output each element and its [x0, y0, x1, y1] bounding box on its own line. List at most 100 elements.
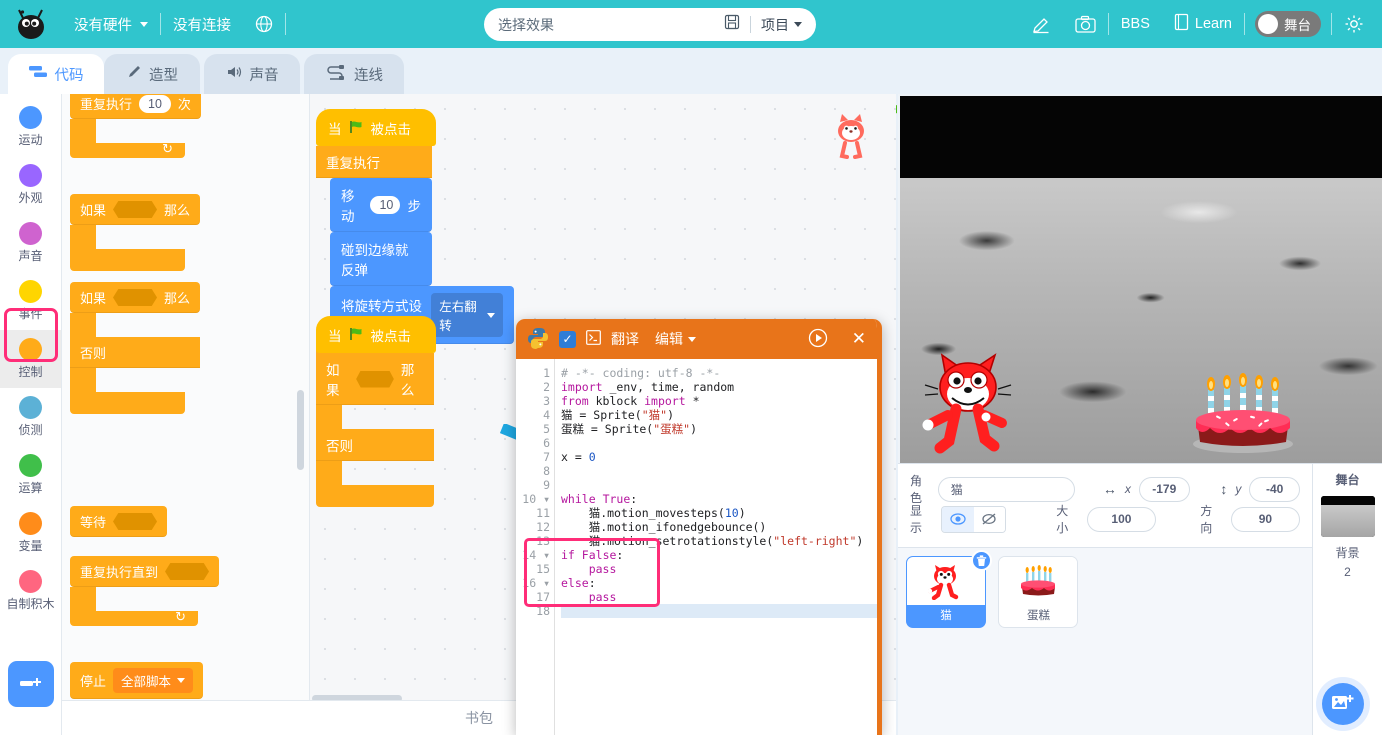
tab-wiring[interactable]: 连线	[304, 54, 404, 94]
palette-block-repeat-until[interactable]: 重复执行直到 ↻	[70, 556, 220, 626]
palette-vertical-scrollbar[interactable]	[297, 390, 304, 470]
sprite-card-cake[interactable]: 蛋糕	[998, 556, 1079, 628]
category-variables[interactable]: 变量	[0, 504, 61, 562]
app-logo[interactable]	[0, 0, 62, 48]
stop-block-head[interactable]: 停止 全部脚本	[70, 662, 204, 699]
category-sensing[interactable]: 侦测	[0, 388, 61, 446]
python-code-area[interactable]: 1 2 3 4 5 6 7 8 9 10 ▾ 11 12 13 14 ▾ 15 16 ▾ 17 18 # -*- …	[516, 359, 877, 735]
stage-toggle[interactable]: 舞台	[1255, 11, 1321, 37]
size-input[interactable]: 100	[1086, 506, 1157, 532]
hardware-selector[interactable]: 没有硬件	[62, 0, 160, 48]
code-line[interactable]: pass	[561, 590, 877, 604]
category-sound[interactable]: 声音	[0, 214, 61, 272]
y-input[interactable]: -40	[1249, 476, 1300, 502]
move-steps-input[interactable]: 10	[370, 196, 400, 214]
code-line[interactable]: # -*- coding: utf-8 -*-	[561, 366, 877, 380]
palette-block-if-then[interactable]: 如果 那么	[70, 194, 201, 271]
palette-block-if-then-else[interactable]: 如果 那么 否则	[70, 282, 201, 414]
add-backdrop-icon[interactable]	[1322, 683, 1364, 725]
add-extension-icon[interactable]	[8, 661, 54, 707]
code-line[interactable]: 猫.motion_movesteps(10)	[561, 506, 877, 520]
code-line[interactable]	[561, 436, 877, 450]
direction-input[interactable]: 90	[1230, 506, 1300, 532]
code-line[interactable]: if False:	[561, 548, 877, 562]
camera-icon[interactable]	[1063, 0, 1108, 48]
tab-sounds[interactable]: 声音	[204, 54, 300, 94]
translate-label[interactable]: 翻译	[611, 329, 639, 349]
tab-code[interactable]: 代码	[8, 54, 104, 94]
pencil-icon[interactable]	[1019, 0, 1063, 48]
script-flag-if-else[interactable]: 当 被点击 如果 那么 否则	[316, 316, 436, 507]
cake-on-stage-icon[interactable]	[1188, 354, 1298, 459]
close-icon[interactable]: ✕	[852, 329, 866, 349]
stage-thumbnail[interactable]	[1320, 496, 1375, 537]
edit-menu[interactable]: 编辑	[655, 329, 696, 349]
code-line[interactable]: 蛋糕 = Sprite("蛋糕")	[561, 422, 877, 436]
globe-icon[interactable]	[243, 0, 285, 48]
code-line[interactable]	[561, 464, 877, 478]
category-looks[interactable]: 外观	[0, 156, 61, 214]
search-input[interactable]: 选择效果	[498, 15, 714, 35]
connection-status[interactable]: 没有连接	[161, 0, 243, 48]
rotation-style-dropdown[interactable]: 左右翻转	[431, 293, 503, 337]
code-line[interactable]: 猫.motion_setrotationstyle("left-right")	[561, 534, 877, 548]
code-line[interactable]: from kblock import *	[561, 394, 877, 408]
play-circle-icon[interactable]	[808, 328, 828, 351]
if-else-block-head[interactable]: 如果 那么	[316, 353, 434, 405]
palette-block-wait[interactable]: 等待	[70, 506, 168, 537]
code-line[interactable]: x = 0	[561, 450, 877, 464]
sprite-card-cat[interactable]: 猫	[906, 550, 992, 628]
category-control[interactable]: 控制	[0, 330, 61, 388]
category-motion[interactable]: 运动	[0, 98, 61, 156]
boolean-slot[interactable]	[113, 201, 158, 218]
save-icon[interactable]	[724, 14, 740, 35]
effect-search-box[interactable]: 选择效果 项目	[484, 8, 816, 41]
gear-icon[interactable]	[1332, 0, 1376, 48]
palette-block-stop[interactable]: 停止 全部脚本	[70, 662, 204, 699]
code-line[interactable]	[561, 478, 877, 492]
code-line[interactable]: 猫 = Sprite("猫")	[561, 408, 877, 422]
code-line[interactable]: while True:	[561, 492, 877, 506]
code-line[interactable]	[561, 604, 877, 618]
category-my-blocks[interactable]: 自制积木	[0, 562, 61, 620]
cat-on-stage-icon[interactable]	[922, 349, 1017, 459]
sprite-name-input[interactable]: 猫	[937, 476, 1076, 502]
boolean-slot[interactable]	[113, 513, 158, 530]
code-line[interactable]: else:	[561, 576, 877, 590]
sprite-list[interactable]: 猫 蛋糕	[898, 547, 1312, 735]
if-block-head[interactable]: 如果 那么	[70, 194, 201, 225]
code-line[interactable]: import _env, time, random	[561, 380, 877, 394]
repeat-count-input[interactable]: 10	[139, 94, 171, 113]
stage-canvas[interactable]	[900, 96, 1382, 463]
repeat-until-block-head[interactable]: 重复执行直到	[70, 556, 220, 587]
if-else-block-head[interactable]: 如果 那么	[70, 282, 201, 313]
repeat-block-head[interactable]: 重复执行 10 次	[70, 94, 201, 119]
eye-icon[interactable]	[941, 506, 974, 532]
wait-block-head[interactable]: 等待	[70, 506, 168, 537]
when-flag-clicked-block[interactable]: 当 被点击	[316, 316, 436, 353]
project-menu[interactable]: 项目	[761, 15, 802, 35]
forever-block-head[interactable]: 重复执行	[316, 146, 432, 178]
when-flag-clicked-block[interactable]: 当 被点击	[316, 109, 436, 146]
checkmark-icon[interactable]: ✓	[559, 330, 576, 348]
category-operators[interactable]: 运算	[0, 446, 61, 504]
boolean-slot[interactable]	[356, 370, 394, 388]
category-events[interactable]: 事件	[0, 272, 61, 330]
palette-block-repeat[interactable]: 重复执行 10 次 ↻	[70, 94, 201, 158]
bbs-link[interactable]: BBS	[1109, 0, 1162, 48]
boolean-slot[interactable]	[165, 563, 210, 580]
if-on-edge-bounce-block[interactable]: 碰到边缘就反弹	[330, 232, 432, 286]
x-input[interactable]: -179	[1138, 476, 1190, 502]
eye-crossed-icon[interactable]	[973, 506, 1006, 532]
code-line[interactable]: pass	[561, 562, 877, 576]
block-palette[interactable]: 重复执行 10 次 ↻ 如果 那么 如果 那么 否则 等待 重复执行直到 ↻ 停…	[62, 94, 310, 700]
tab-costumes[interactable]: 造型	[104, 54, 200, 94]
trash-icon[interactable]	[971, 550, 992, 571]
move-steps-block[interactable]: 移动 10 步	[330, 178, 432, 232]
code-line[interactable]: 猫.motion_ifonedgebounce()	[561, 520, 877, 534]
python-editor-window[interactable]: ✓ 翻译 编辑 ✕ 1 2 3 4 5 6 7 8 9 10 ▾ 11 12 13 14 ▾ 15 16 ▾ 1…	[516, 319, 882, 735]
code-text[interactable]: # -*- coding: utf-8 -*- import _env, time…	[554, 359, 877, 735]
stop-target-dropdown[interactable]: 全部脚本	[113, 668, 194, 693]
learn-link[interactable]: Learn	[1162, 0, 1244, 48]
boolean-slot[interactable]	[113, 289, 158, 306]
